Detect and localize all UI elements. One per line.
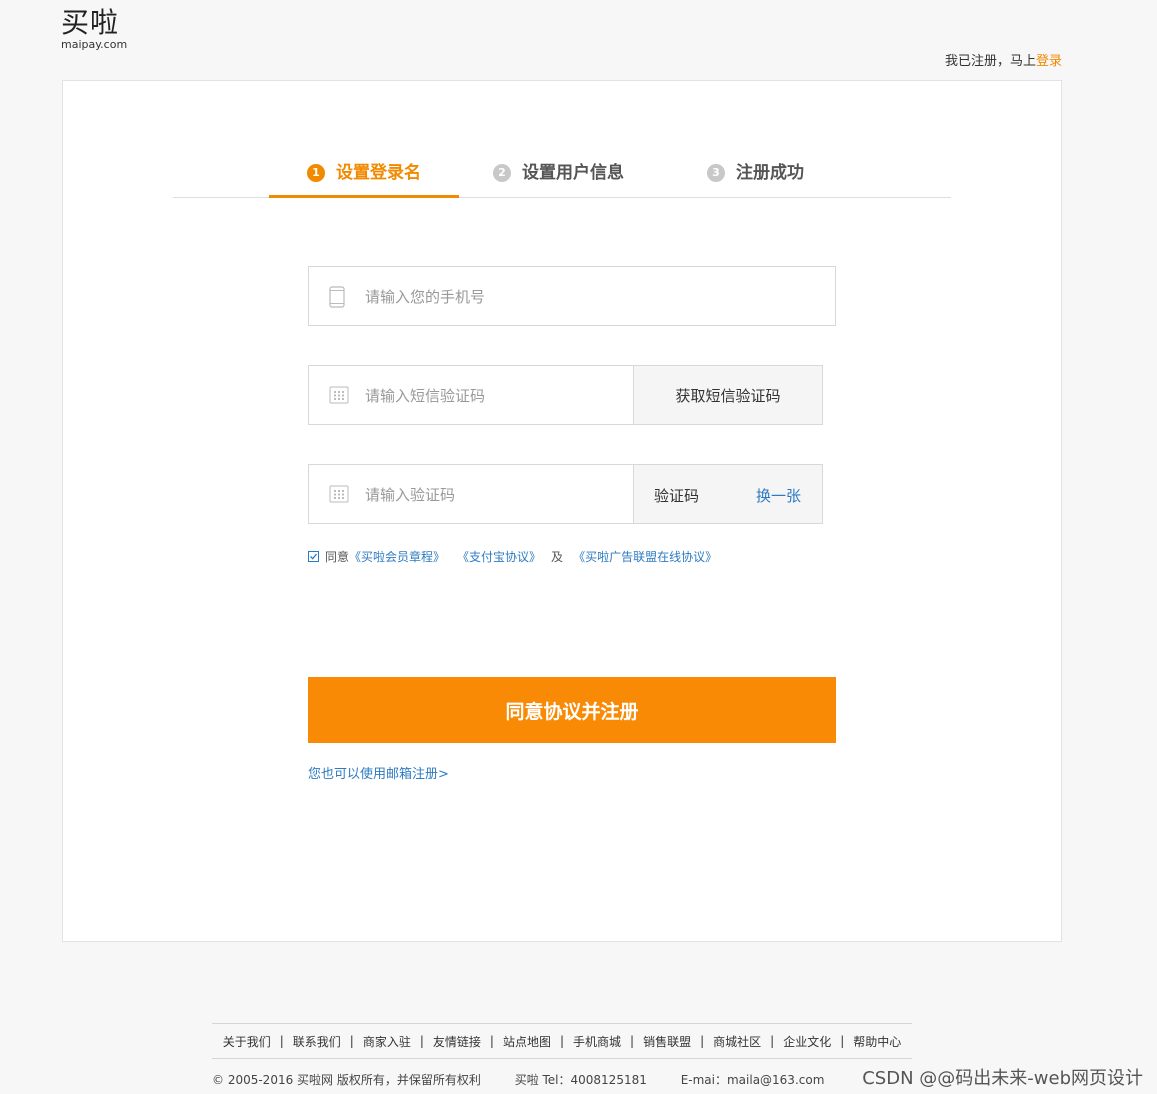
- top-login-prompt: 我已注册，马上登录: [945, 50, 1062, 69]
- footer-link-help[interactable]: 帮助中心: [853, 1033, 901, 1050]
- step-3-label: 注册成功: [736, 163, 804, 183]
- site-logo[interactable]: 买啦 maipay.com: [61, 8, 127, 51]
- copyright-text: © 2005-2016 买啦网 版权所有，并保留所有权利: [212, 1073, 481, 1087]
- register-card: 1 设置登录名 2 设置用户信息 3 注册成功 请输入您的手机号 请输入短信验证…: [62, 80, 1062, 942]
- step-2: 2 设置用户信息: [493, 159, 624, 195]
- step-1-label: 设置登录名: [336, 163, 421, 183]
- step-1: 1 设置登录名: [269, 159, 459, 198]
- footer-link-sitemap[interactable]: 站点地图: [503, 1033, 551, 1050]
- logo-text-cn: 买啦: [61, 6, 120, 39]
- step-indicator: 1 设置登录名 2 设置用户信息 3 注册成功: [173, 159, 951, 198]
- agree-checkbox[interactable]: [308, 551, 319, 562]
- step-3-number: 3: [707, 164, 725, 182]
- captcha-image[interactable]: 验证码: [654, 485, 699, 506]
- phone-input[interactable]: [363, 281, 807, 313]
- logo-text-en: maipay.com: [61, 38, 128, 51]
- keypad-icon: [329, 484, 349, 508]
- footer-email: E-mai：maila@163.com: [680, 1073, 825, 1087]
- footer-link-mobile[interactable]: 手机商城: [573, 1033, 621, 1050]
- captcha-input[interactable]: [363, 479, 627, 511]
- get-sms-code-button[interactable]: 获取短信验证码: [633, 365, 823, 425]
- phone-icon: [329, 286, 345, 312]
- captcha-box: 验证码 换一张: [633, 464, 823, 524]
- email-register-link[interactable]: 您也可以使用邮箱注册>: [308, 763, 449, 782]
- footer-link-culture[interactable]: 企业文化: [783, 1033, 831, 1050]
- alipay-agreement-link[interactable]: 《支付宝协议》: [457, 548, 541, 565]
- sms-code-input[interactable]: [363, 380, 627, 412]
- footer-link-contact[interactable]: 联系我们: [293, 1033, 341, 1050]
- sms-code-field: 获取短信验证码: [308, 365, 823, 425]
- login-link[interactable]: 登录: [1036, 54, 1062, 69]
- footer-tel: 买啦 Tel：4008125181: [514, 1073, 647, 1087]
- step-1-number: 1: [307, 164, 325, 182]
- footer-link-alliance[interactable]: 销售联盟: [643, 1033, 691, 1050]
- keypad-icon: [329, 385, 349, 409]
- checkmark-icon: [310, 553, 318, 560]
- ad-alliance-agreement-link[interactable]: 《买啦广告联盟在线协议》: [573, 548, 717, 565]
- footer-copyright: © 2005-2016 买啦网 版权所有，并保留所有权利 买啦 Tel：4008…: [212, 1071, 854, 1088]
- footer-nav: 关于我们 | 联系我们 | 商家入驻 | 友情链接 | 站点地图 | 手机商城 | 销售联盟…: [212, 1023, 912, 1059]
- agreement-row: 同意 《买啦会员章程》 《支付宝协议》 及 《买啦广告联盟在线协议》: [308, 548, 717, 565]
- agree-register-button[interactable]: 同意协议并注册: [308, 677, 836, 743]
- agree-and: 及: [551, 550, 564, 564]
- footer-link-friends[interactable]: 友情链接: [433, 1033, 481, 1050]
- step-3: 3 注册成功: [707, 159, 804, 195]
- agree-prefix: 同意: [325, 550, 350, 564]
- step-2-number: 2: [493, 164, 511, 182]
- csdn-watermark: CSDN @@码出未来-web网页设计: [862, 1068, 1143, 1089]
- footer-link-community[interactable]: 商城社区: [713, 1033, 761, 1050]
- phone-field: [308, 266, 836, 326]
- login-prompt-text: 我已注册，马上: [944, 54, 1036, 69]
- member-charter-link[interactable]: 《买啦会员章程》: [349, 548, 445, 565]
- captcha-refresh-link[interactable]: 换一张: [756, 485, 801, 506]
- footer-link-merchant[interactable]: 商家入驻: [363, 1033, 411, 1050]
- step-2-label: 设置用户信息: [522, 163, 624, 183]
- footer-link-about[interactable]: 关于我们: [223, 1033, 271, 1050]
- captcha-field: 验证码 换一张: [308, 464, 823, 524]
